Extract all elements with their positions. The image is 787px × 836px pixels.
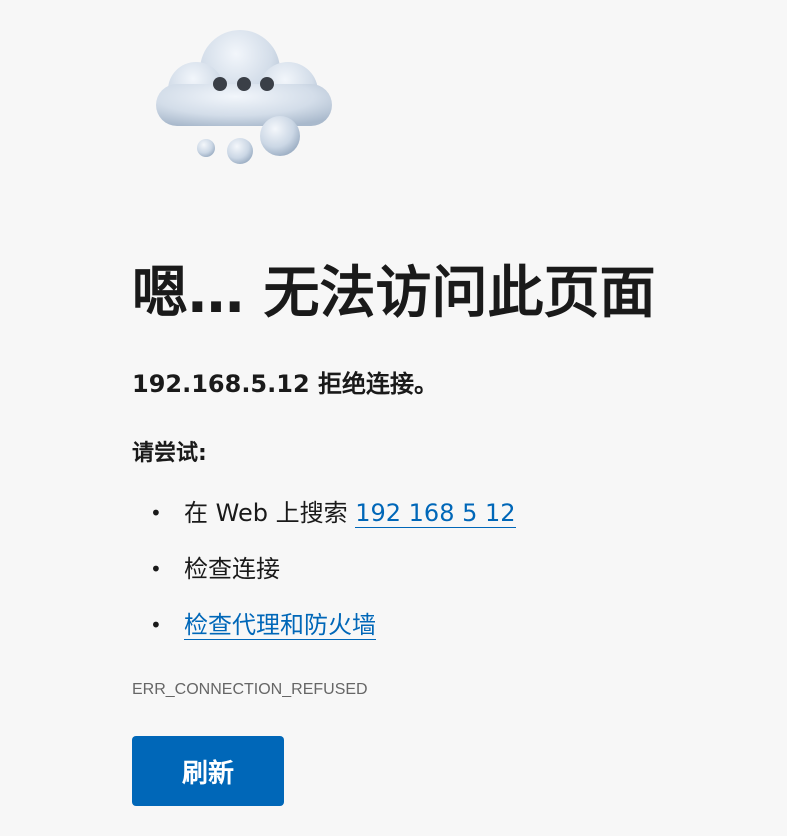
- thinking-cloud-icon: [148, 24, 338, 174]
- search-prefix-text: 在 Web 上搜索: [184, 499, 356, 527]
- try-heading: 请尝试:: [132, 441, 207, 466]
- bullet: •: [150, 557, 162, 581]
- error-description: 192.168.5.12 拒绝连接。: [132, 370, 438, 398]
- refresh-button[interactable]: 刷新: [132, 736, 284, 806]
- suggestion-check-proxy: • 检查代理和防火墙: [132, 604, 516, 660]
- bullet: •: [150, 613, 162, 637]
- check-connection-text: 检查连接: [184, 555, 280, 583]
- bullet: •: [150, 501, 162, 525]
- check-proxy-firewall-link[interactable]: 检查代理和防火墙: [184, 611, 376, 640]
- suggestion-check-connection: • 检查连接: [132, 548, 516, 604]
- suggestion-search: • 在 Web 上搜索 192 168 5 12: [132, 492, 516, 548]
- suggestion-list: • 在 Web 上搜索 192 168 5 12 • 检查连接 • 检查代理和防…: [132, 492, 516, 660]
- error-code: ERR_CONNECTION_REFUSED: [132, 681, 368, 698]
- page-title: 嗯… 无法访问此页面: [132, 261, 656, 326]
- search-web-link[interactable]: 192 168 5 12: [355, 499, 516, 528]
